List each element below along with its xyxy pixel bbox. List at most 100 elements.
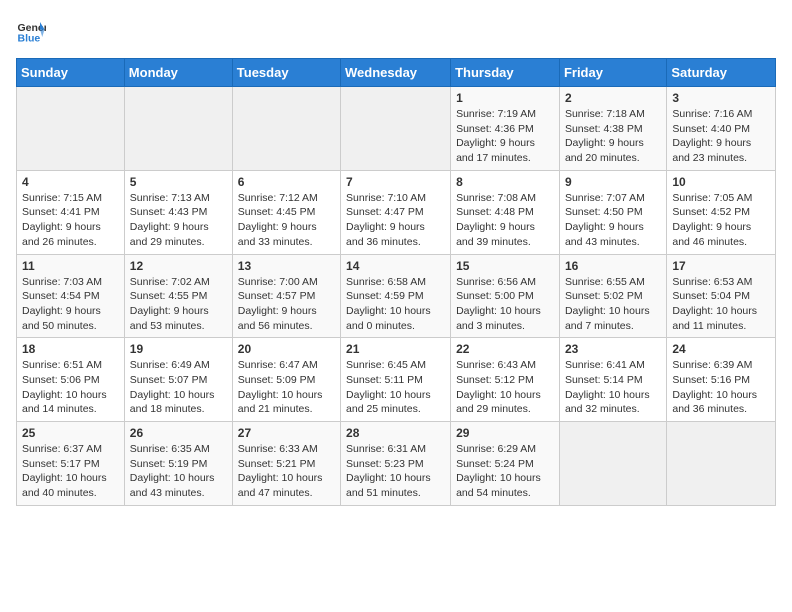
sunset-time: Sunset: 4:47 PM <box>346 206 424 218</box>
day-number: 6 <box>238 175 335 189</box>
daylight-hours: Daylight: 10 hours and 43 minutes. <box>130 472 215 499</box>
day-info: Sunrise: 6:31 AM Sunset: 5:23 PM Dayligh… <box>346 442 445 501</box>
sunrise-time: Sunrise: 6:33 AM <box>238 443 318 455</box>
daylight-hours: Daylight: 9 hours and 50 minutes. <box>22 305 101 332</box>
day-number: 28 <box>346 426 445 440</box>
day-info: Sunrise: 6:39 AM Sunset: 5:16 PM Dayligh… <box>672 358 770 417</box>
weekday-header-wednesday: Wednesday <box>341 59 451 87</box>
sunrise-time: Sunrise: 7:05 AM <box>672 192 752 204</box>
sunrise-time: Sunrise: 7:02 AM <box>130 276 210 288</box>
calendar-week-5: 25 Sunrise: 6:37 AM Sunset: 5:17 PM Dayl… <box>17 422 776 506</box>
sunset-time: Sunset: 5:07 PM <box>130 374 208 386</box>
calendar-week-1: 1 Sunrise: 7:19 AM Sunset: 4:36 PM Dayli… <box>17 87 776 171</box>
day-info: Sunrise: 7:05 AM Sunset: 4:52 PM Dayligh… <box>672 191 770 250</box>
logo-icon: General Blue <box>16 16 46 46</box>
weekday-header-sunday: Sunday <box>17 59 125 87</box>
calendar-cell: 23 Sunrise: 6:41 AM Sunset: 5:14 PM Dayl… <box>559 338 666 422</box>
calendar-cell: 10 Sunrise: 7:05 AM Sunset: 4:52 PM Dayl… <box>667 170 776 254</box>
day-number: 20 <box>238 342 335 356</box>
daylight-hours: Daylight: 10 hours and 29 minutes. <box>456 389 541 416</box>
day-info: Sunrise: 6:37 AM Sunset: 5:17 PM Dayligh… <box>22 442 119 501</box>
sunset-time: Sunset: 5:04 PM <box>672 290 750 302</box>
day-number: 18 <box>22 342 119 356</box>
calendar-cell: 11 Sunrise: 7:03 AM Sunset: 4:54 PM Dayl… <box>17 254 125 338</box>
svg-text:Blue: Blue <box>18 33 41 45</box>
calendar-cell <box>667 422 776 506</box>
sunset-time: Sunset: 4:41 PM <box>22 206 100 218</box>
sunrise-time: Sunrise: 6:43 AM <box>456 359 536 371</box>
calendar-cell: 22 Sunrise: 6:43 AM Sunset: 5:12 PM Dayl… <box>451 338 560 422</box>
daylight-hours: Daylight: 9 hours and 29 minutes. <box>130 221 209 248</box>
calendar-cell: 3 Sunrise: 7:16 AM Sunset: 4:40 PM Dayli… <box>667 87 776 171</box>
calendar-cell: 20 Sunrise: 6:47 AM Sunset: 5:09 PM Dayl… <box>232 338 340 422</box>
sunset-time: Sunset: 5:21 PM <box>238 458 316 470</box>
day-number: 23 <box>565 342 661 356</box>
day-number: 4 <box>22 175 119 189</box>
sunrise-time: Sunrise: 7:19 AM <box>456 108 536 120</box>
day-info: Sunrise: 7:16 AM Sunset: 4:40 PM Dayligh… <box>672 107 770 166</box>
sunset-time: Sunset: 4:54 PM <box>22 290 100 302</box>
daylight-hours: Daylight: 10 hours and 25 minutes. <box>346 389 431 416</box>
calendar-cell: 25 Sunrise: 6:37 AM Sunset: 5:17 PM Dayl… <box>17 422 125 506</box>
day-info: Sunrise: 6:49 AM Sunset: 5:07 PM Dayligh… <box>130 358 227 417</box>
sunset-time: Sunset: 4:55 PM <box>130 290 208 302</box>
weekday-header-thursday: Thursday <box>451 59 560 87</box>
daylight-hours: Daylight: 10 hours and 32 minutes. <box>565 389 650 416</box>
day-info: Sunrise: 7:12 AM Sunset: 4:45 PM Dayligh… <box>238 191 335 250</box>
daylight-hours: Daylight: 10 hours and 21 minutes. <box>238 389 323 416</box>
day-number: 9 <box>565 175 661 189</box>
calendar-cell: 28 Sunrise: 6:31 AM Sunset: 5:23 PM Dayl… <box>341 422 451 506</box>
daylight-hours: Daylight: 10 hours and 11 minutes. <box>672 305 757 332</box>
sunset-time: Sunset: 5:14 PM <box>565 374 643 386</box>
calendar-cell: 13 Sunrise: 7:00 AM Sunset: 4:57 PM Dayl… <box>232 254 340 338</box>
day-info: Sunrise: 6:29 AM Sunset: 5:24 PM Dayligh… <box>456 442 554 501</box>
day-number: 22 <box>456 342 554 356</box>
day-info: Sunrise: 7:07 AM Sunset: 4:50 PM Dayligh… <box>565 191 661 250</box>
day-info: Sunrise: 6:51 AM Sunset: 5:06 PM Dayligh… <box>22 358 119 417</box>
daylight-hours: Daylight: 9 hours and 23 minutes. <box>672 137 751 164</box>
day-info: Sunrise: 6:45 AM Sunset: 5:11 PM Dayligh… <box>346 358 445 417</box>
sunset-time: Sunset: 5:06 PM <box>22 374 100 386</box>
sunset-time: Sunset: 5:12 PM <box>456 374 534 386</box>
day-number: 21 <box>346 342 445 356</box>
day-number: 15 <box>456 259 554 273</box>
daylight-hours: Daylight: 10 hours and 7 minutes. <box>565 305 650 332</box>
sunrise-time: Sunrise: 6:35 AM <box>130 443 210 455</box>
day-info: Sunrise: 6:58 AM Sunset: 4:59 PM Dayligh… <box>346 275 445 334</box>
day-number: 19 <box>130 342 227 356</box>
sunrise-time: Sunrise: 7:07 AM <box>565 192 645 204</box>
calendar-cell: 15 Sunrise: 6:56 AM Sunset: 5:00 PM Dayl… <box>451 254 560 338</box>
sunrise-time: Sunrise: 6:58 AM <box>346 276 426 288</box>
weekday-header-friday: Friday <box>559 59 666 87</box>
sunrise-time: Sunrise: 6:31 AM <box>346 443 426 455</box>
calendar-cell <box>232 87 340 171</box>
calendar-cell <box>341 87 451 171</box>
calendar-cell: 19 Sunrise: 6:49 AM Sunset: 5:07 PM Dayl… <box>124 338 232 422</box>
sunset-time: Sunset: 5:17 PM <box>22 458 100 470</box>
day-number: 16 <box>565 259 661 273</box>
weekday-header-tuesday: Tuesday <box>232 59 340 87</box>
sunrise-time: Sunrise: 6:41 AM <box>565 359 645 371</box>
day-number: 5 <box>130 175 227 189</box>
sunrise-time: Sunrise: 7:18 AM <box>565 108 645 120</box>
sunrise-time: Sunrise: 6:29 AM <box>456 443 536 455</box>
weekday-header-saturday: Saturday <box>667 59 776 87</box>
daylight-hours: Daylight: 10 hours and 3 minutes. <box>456 305 541 332</box>
sunset-time: Sunset: 5:02 PM <box>565 290 643 302</box>
day-number: 27 <box>238 426 335 440</box>
weekday-header-monday: Monday <box>124 59 232 87</box>
daylight-hours: Daylight: 9 hours and 36 minutes. <box>346 221 425 248</box>
sunrise-time: Sunrise: 6:47 AM <box>238 359 318 371</box>
sunset-time: Sunset: 5:00 PM <box>456 290 534 302</box>
sunrise-time: Sunrise: 6:45 AM <box>346 359 426 371</box>
day-number: 11 <box>22 259 119 273</box>
sunrise-time: Sunrise: 6:56 AM <box>456 276 536 288</box>
calendar-cell <box>17 87 125 171</box>
calendar-cell: 14 Sunrise: 6:58 AM Sunset: 4:59 PM Dayl… <box>341 254 451 338</box>
daylight-hours: Daylight: 9 hours and 17 minutes. <box>456 137 535 164</box>
sunset-time: Sunset: 4:40 PM <box>672 123 750 135</box>
day-number: 29 <box>456 426 554 440</box>
calendar-cell <box>559 422 666 506</box>
sunset-time: Sunset: 4:48 PM <box>456 206 534 218</box>
sunset-time: Sunset: 5:16 PM <box>672 374 750 386</box>
